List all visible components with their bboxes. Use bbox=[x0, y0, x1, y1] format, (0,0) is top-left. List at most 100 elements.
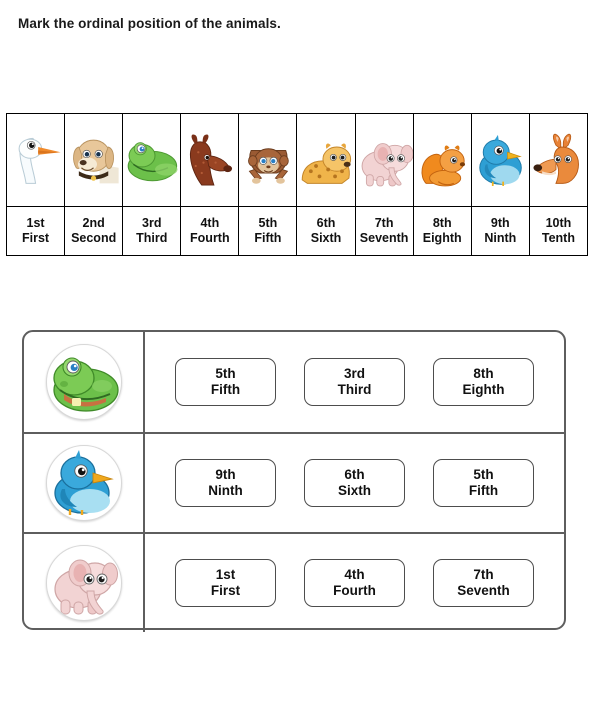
ordinal-label-cell-8: 8th Eighth bbox=[412, 206, 472, 256]
ordinal-number-6: 6th bbox=[316, 215, 336, 230]
ordinal-reference-table: 1st First 2nd Second 3rd Third 4th Fourt… bbox=[5, 113, 589, 256]
option-word: First bbox=[210, 583, 241, 598]
option-elephant-1[interactable]: 1st First bbox=[175, 559, 276, 607]
leopard-icon-art bbox=[302, 143, 352, 184]
deer-icon-art bbox=[190, 134, 233, 186]
option-elephant-3[interactable]: 7th Seventh bbox=[433, 559, 534, 607]
option-word: Eighth bbox=[462, 382, 505, 397]
ordinal-word-10: Tenth bbox=[541, 231, 575, 245]
ordinal-label-cell-5: 5th Fifth bbox=[238, 206, 298, 256]
leopard-icon bbox=[297, 114, 354, 206]
option-elephant-2[interactable]: 4th Fourth bbox=[304, 559, 405, 607]
goose-icon-art bbox=[18, 137, 61, 184]
ordinal-word-5: Fifth bbox=[254, 231, 282, 245]
frog-badge-art bbox=[52, 357, 119, 412]
ordinal-animal-row bbox=[5, 113, 589, 207]
page-title: Mark the ordinal position of the animals… bbox=[18, 16, 281, 31]
frog-badge-icon bbox=[45, 344, 122, 420]
option-number: 3rd bbox=[343, 365, 365, 381]
ordinal-animal-cell-2 bbox=[64, 113, 124, 207]
ordinal-label-cell-6: 6th Sixth bbox=[296, 206, 356, 256]
ordinal-label-row: 1st First 2nd Second 3rd Third 4th Fourt… bbox=[5, 206, 589, 256]
monkey-icon bbox=[239, 114, 296, 206]
ordinal-animal-cell-9 bbox=[470, 113, 530, 207]
dog-icon-art bbox=[73, 139, 119, 184]
answer-options-elephant: 1st First 4th Fourth 7th Seventh bbox=[145, 534, 564, 632]
ordinal-label-cell-2: 2nd Second bbox=[64, 206, 124, 256]
answer-options-bird: 9th Ninth 6th Sixth 5th Fifth bbox=[145, 434, 564, 532]
elephant-icon bbox=[356, 114, 413, 206]
answer-row-elephant: 1st First 4th Fourth 7th Seventh bbox=[24, 532, 564, 632]
kangaroo-icon-art bbox=[533, 133, 579, 184]
ordinal-label-cell-1: 1st First bbox=[5, 206, 66, 256]
ordinal-number-2: 2nd bbox=[82, 215, 105, 230]
kangaroo-icon bbox=[530, 114, 587, 206]
option-number: 9th bbox=[215, 466, 236, 482]
answer-animal-cell-elephant bbox=[24, 534, 145, 632]
option-number: 7th bbox=[473, 566, 494, 582]
ordinal-number-3: 3rd bbox=[142, 215, 162, 230]
ordinal-animal-cell-6 bbox=[296, 113, 356, 207]
ordinal-label-cell-7: 7th Seventh bbox=[354, 206, 414, 256]
option-number: 8th bbox=[473, 365, 494, 381]
ordinal-number-9: 9th bbox=[490, 215, 510, 230]
goose-icon bbox=[7, 114, 64, 206]
option-word: Seventh bbox=[457, 583, 510, 598]
ordinal-word-6: Sixth bbox=[310, 231, 342, 245]
ordinal-word-1: First bbox=[22, 231, 50, 245]
ordinal-animal-cell-10 bbox=[528, 113, 589, 207]
squirrel-icon-art bbox=[421, 145, 465, 187]
ordinal-animal-cell-4 bbox=[180, 113, 240, 207]
ordinal-animal-cell-7 bbox=[354, 113, 414, 207]
dog-icon bbox=[65, 114, 122, 206]
ordinal-animal-cell-3 bbox=[122, 113, 182, 207]
option-frog-1[interactable]: 5th Fifth bbox=[175, 358, 276, 406]
option-number: 5th bbox=[215, 365, 236, 381]
ordinal-animal-cell-5 bbox=[238, 113, 298, 207]
frog-icon-art bbox=[127, 142, 178, 182]
elephant-badge-art bbox=[53, 559, 118, 615]
answer-animal-cell-frog bbox=[24, 332, 145, 432]
option-number: 1st bbox=[215, 566, 236, 582]
ordinal-number-5: 5th bbox=[258, 215, 278, 230]
ordinal-word-3: Third bbox=[136, 231, 168, 245]
elephant-badge-icon bbox=[45, 545, 122, 621]
ordinal-word-7: Seventh bbox=[359, 231, 409, 245]
squirrel-icon bbox=[414, 114, 471, 206]
ordinal-label-cell-10: 10th Tenth bbox=[528, 206, 589, 256]
answer-options-frog: 5th Fifth 3rd Third 8th Eighth bbox=[145, 332, 564, 432]
monkey-icon-art bbox=[248, 148, 290, 184]
ordinal-animal-cell-1 bbox=[5, 113, 66, 207]
option-bird-1[interactable]: 9th Ninth bbox=[175, 459, 276, 507]
answer-animal-cell-bird bbox=[24, 434, 145, 532]
ordinal-label-cell-4: 4th Fourth bbox=[180, 206, 240, 256]
ordinal-number-8: 8th bbox=[432, 215, 452, 230]
bird-badge-icon bbox=[45, 445, 122, 521]
ordinal-number-4: 4th bbox=[200, 215, 220, 230]
bird-badge-art bbox=[53, 450, 114, 515]
ordinal-word-8: Eighth bbox=[422, 231, 462, 245]
option-word: Fifth bbox=[468, 483, 499, 498]
option-word: Fifth bbox=[210, 382, 241, 397]
ordinal-number-7: 7th bbox=[374, 215, 394, 230]
ordinal-animal-cell-8 bbox=[412, 113, 472, 207]
frog-icon bbox=[123, 114, 180, 206]
ordinal-label-cell-3: 3rd Third bbox=[122, 206, 182, 256]
ordinal-label-cell-9: 9th Ninth bbox=[470, 206, 530, 256]
option-number: 6th bbox=[344, 466, 365, 482]
option-word: Third bbox=[337, 382, 372, 397]
option-bird-3[interactable]: 5th Fifth bbox=[433, 459, 534, 507]
elephant-icon-art bbox=[361, 143, 413, 187]
option-number: 4th bbox=[344, 566, 365, 582]
option-frog-2[interactable]: 3rd Third bbox=[304, 358, 405, 406]
answer-row-frog: 5th Fifth 3rd Third 8th Eighth bbox=[24, 332, 564, 432]
option-frog-3[interactable]: 8th Eighth bbox=[433, 358, 534, 406]
answer-table: 5th Fifth 3rd Third 8th Eighth 9th Ninth… bbox=[22, 330, 566, 632]
ordinal-word-4: Fourth bbox=[190, 231, 230, 245]
deer-icon bbox=[181, 114, 238, 206]
option-bird-2[interactable]: 6th Sixth bbox=[304, 459, 405, 507]
answer-row-bird: 9th Ninth 6th Sixth 5th Fifth bbox=[24, 432, 564, 532]
bird-icon-art bbox=[479, 134, 522, 186]
ordinal-number-1: 1st bbox=[26, 215, 45, 230]
option-number: 5th bbox=[473, 466, 494, 482]
